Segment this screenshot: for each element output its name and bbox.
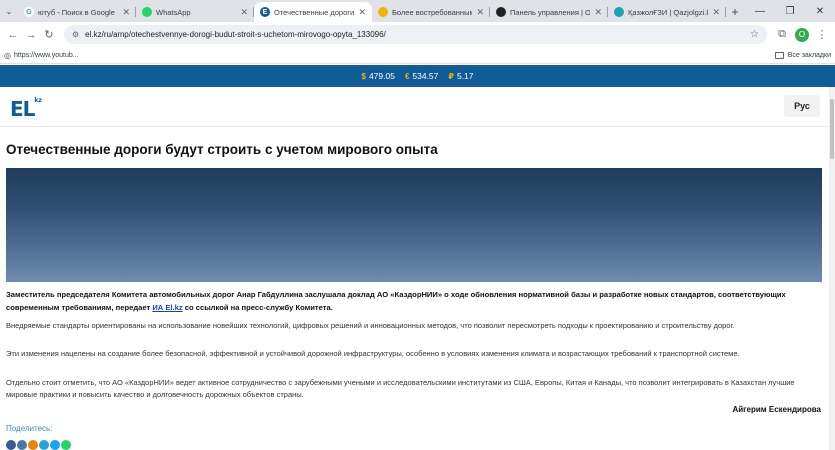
lead-text-end: со ссылкой на пресс-службу Комитета. <box>182 303 333 312</box>
browser-tab[interactable]: WhatsApp ✕ <box>136 2 254 22</box>
site-logo[interactable]: ELkz <box>10 97 42 121</box>
globe-icon: ◎ <box>4 50 11 60</box>
currency-eur: € 534.57 <box>405 71 438 81</box>
tab-title: Более востребованными <box>392 7 473 17</box>
odnoklassniki-icon[interactable] <box>28 440 38 450</box>
currency-value: 5.17 <box>456 71 474 81</box>
article-headline: Отечественные дороги будут строить с уче… <box>6 142 438 157</box>
bookmark-label: https://www.youtub... <box>13 51 79 59</box>
browser-toolbar: ← → ↻ ⚙ el.kz/ru/amp/otechestvennye-doro… <box>0 22 835 47</box>
all-bookmarks-label: Все закладки <box>787 51 831 59</box>
ruble-icon: ₽ <box>448 71 454 81</box>
twitter-icon[interactable] <box>50 440 60 450</box>
logo-text: EL <box>10 97 35 121</box>
facebook-icon[interactable] <box>6 440 16 450</box>
scrollbar-thumb[interactable] <box>830 99 834 159</box>
el-favicon-icon: E <box>260 7 270 17</box>
window-controls: — ❐ ✕ <box>745 0 835 22</box>
tab-title: Панель управления | Ост <box>510 7 591 17</box>
browser-tab[interactable]: Более востребованными ✕ <box>372 2 490 22</box>
google-favicon-icon: G <box>24 7 34 17</box>
profile-avatar[interactable]: O <box>795 27 809 42</box>
forward-icon[interactable]: → <box>22 26 40 44</box>
bookmark-star-icon[interactable]: ☆ <box>750 29 759 40</box>
new-tab-button[interactable]: + <box>726 2 744 22</box>
euro-icon: € <box>404 71 410 81</box>
close-tab-icon[interactable]: ✕ <box>594 7 602 18</box>
qazjol-favicon-icon <box>614 7 624 17</box>
currency-bar: $ 479.05 € 534.57 ₽ 5.17 <box>0 65 835 87</box>
article-paragraph-3: Отдельно стоит отметить, что АО «КаздорН… <box>6 378 795 399</box>
tab-title: ютуб - Поиск в Google <box>38 7 115 17</box>
currency-value: 534.57 <box>412 71 439 81</box>
close-tab-icon[interactable]: ✕ <box>358 7 366 18</box>
all-bookmarks-button[interactable]: Все закладки <box>774 51 831 59</box>
browser-tab[interactable]: ҚазжолҒЗИ | Qazjolgzi.kz ✕ <box>608 2 726 22</box>
maximize-icon[interactable]: ❐ <box>775 0 805 22</box>
site-header: ELkz Рус <box>0 87 835 127</box>
close-tab-icon[interactable]: ✕ <box>712 7 720 18</box>
minimize-icon[interactable]: — <box>745 0 775 22</box>
source-link[interactable]: ИА El.kz <box>152 303 182 312</box>
whatsapp-favicon-icon <box>142 7 152 17</box>
folder-icon <box>774 51 784 59</box>
vk-icon[interactable] <box>17 440 27 450</box>
extensions-icon[interactable]: ⧉ <box>773 26 791 44</box>
bookmarks-bar: ◎ https://www.youtub... Все закладки <box>0 47 835 64</box>
close-tab-icon[interactable]: ✕ <box>122 7 130 18</box>
logo-suffix: kz <box>34 97 42 104</box>
close-tab-icon[interactable]: ✕ <box>240 7 248 18</box>
article-paragraph-1: Внедряемые стандарты ориентированы на ис… <box>6 321 735 330</box>
lead-text: Заместитель председателя Комитета автомо… <box>6 290 786 312</box>
reload-icon[interactable]: ↻ <box>40 26 58 44</box>
browser-tab[interactable]: E Отечественные дороги б ✕ <box>254 2 372 22</box>
tab-strip: ⌄ Gютуб - Поиск в Google ✕ WhatsApp ✕ E Отече… <box>0 0 835 22</box>
browser-tab[interactable]: Gютуб - Поиск в Google ✕ <box>18 2 136 22</box>
site-info-icon[interactable]: ⚙ <box>72 30 79 39</box>
dollar-icon: $ <box>361 71 366 81</box>
bookmark-item[interactable]: ◎ https://www.youtub... <box>4 51 79 60</box>
whatsapp-icon[interactable] <box>61 440 71 450</box>
telegram-icon[interactable] <box>39 440 49 450</box>
article-hero-image <box>6 168 822 282</box>
share-label: Поделитесь: <box>6 424 53 433</box>
tab-title: WhatsApp <box>156 7 191 17</box>
tab-title: Отечественные дороги б <box>274 7 355 17</box>
page-scrollbar[interactable] <box>829 87 835 450</box>
currency-value: 479.05 <box>368 71 395 81</box>
menu-icon[interactable]: ⋮ <box>813 26 831 44</box>
share-icons <box>6 440 71 450</box>
currency-usd: $ 479.05 <box>361 71 394 81</box>
panel-favicon-icon <box>496 7 506 17</box>
language-button[interactable]: Рус <box>784 95 820 117</box>
browser-tab[interactable]: Панель управления | Ост ✕ <box>490 2 608 22</box>
tab-title: ҚазжолҒЗИ | Qazjolgzi.kz <box>628 7 709 17</box>
site-favicon-icon <box>378 7 388 17</box>
address-bar[interactable]: ⚙ el.kz/ru/amp/otechestvennye-dorogi-bud… <box>64 25 767 44</box>
close-window-icon[interactable]: ✕ <box>805 0 835 22</box>
close-tab-icon[interactable]: ✕ <box>476 7 484 18</box>
url-text[interactable]: el.kz/ru/amp/otechestvennye-dorogi-budut… <box>85 30 750 39</box>
article-author: Айгерим Ескендирова <box>732 405 821 414</box>
back-icon[interactable]: ← <box>4 26 22 44</box>
article-lead: Заместитель председателя Комитета автомо… <box>6 288 822 314</box>
tab-search-icon[interactable]: ⌄ <box>0 0 18 22</box>
article-paragraph-2: Эти изменения нацелены на создание более… <box>6 349 740 358</box>
currency-rub: ₽ 5.17 <box>448 71 473 81</box>
